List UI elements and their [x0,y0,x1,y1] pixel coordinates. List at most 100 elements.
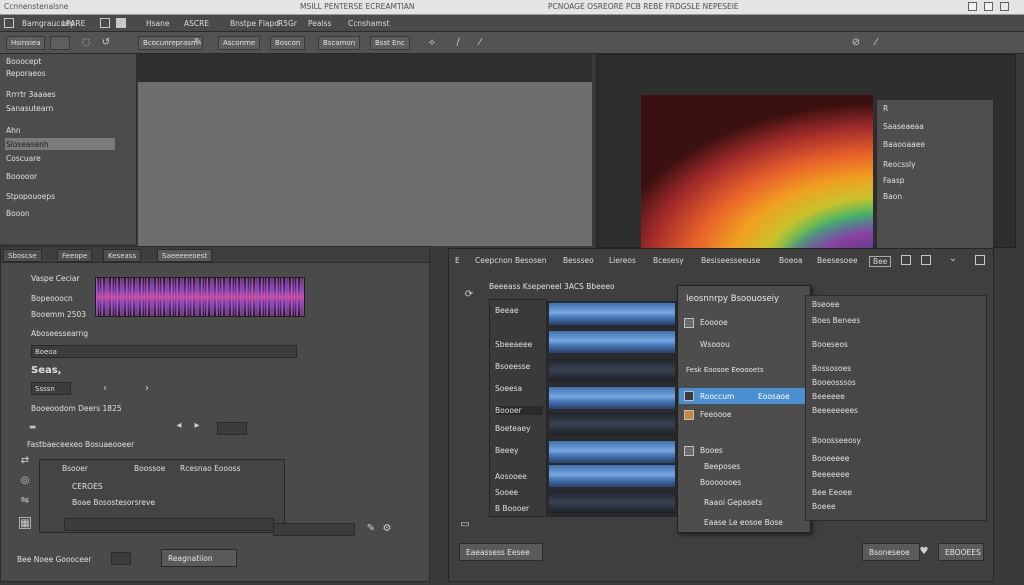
panel-item[interactable]: Booooor [6,172,37,181]
menu-item-6[interactable]: Pealss [308,19,331,28]
output-field[interactable] [273,523,355,536]
menu-item-3[interactable]: ASCRE [184,19,209,28]
pen-icon[interactable]: ∕ [452,37,464,49]
toolbar-button-3[interactable]: Boscon [270,36,306,50]
tab-4[interactable]: Bcesesy [653,256,684,265]
tab-2[interactable]: Keseass [103,249,142,262]
slider-track[interactable]: ▬ [29,422,36,431]
list-item-selected[interactable]: Boooer [495,406,543,415]
list-item[interactable]: Soeesa [495,384,522,393]
layer-icon[interactable] [100,18,110,28]
close-button[interactable] [1000,2,1009,11]
toolbar-button-0[interactable]: Hsinsiea [6,36,46,50]
play-icon[interactable]: ▸ [191,420,203,432]
checkbox-checked[interactable] [684,391,694,401]
mask-icon[interactable] [116,18,126,28]
list-item[interactable]: Aosooee [495,472,527,481]
tab-1[interactable]: Besosen [515,256,547,265]
list-item[interactable]: B Boooer [495,504,529,513]
toolbar-button-2[interactable]: Asconme [218,36,261,50]
app-menu-icon[interactable] [4,18,14,28]
list-item[interactable]: Bossosoes [812,364,851,373]
maximize-button[interactable] [984,2,993,11]
clip-bar[interactable] [549,465,675,487]
menu-item-5[interactable]: R5Gr [278,19,297,28]
checkbox-orange[interactable] [684,410,694,420]
tab-0[interactable]: Ceepcnon [475,256,512,265]
list-item[interactable]: Booeeeee [812,454,849,463]
menu-item[interactable]: Wsooou [700,340,730,349]
clip-bar[interactable] [549,441,675,463]
menu-item-4[interactable]: Bnstpe Flapd [230,19,279,28]
menu-item-2[interactable]: Hsane [146,19,170,28]
panel-item[interactable]: Reporaeos [6,69,46,78]
property-item[interactable]: Reocssly [883,160,916,169]
tab-6[interactable]: Boeoa [779,256,803,265]
panel-item[interactable]: Coscuare [6,154,41,163]
toolbar-toggle[interactable] [50,36,70,50]
list-item[interactable]: Beeeeeeees [812,406,858,415]
waveform-display[interactable] [95,277,305,317]
close-panel-icon[interactable] [975,255,985,265]
rewind-icon[interactable]: ◂ [173,420,185,432]
effect-field[interactable] [64,518,274,531]
panel-item[interactable]: Ahn [6,126,21,135]
flip-icon[interactable]: ⇋ [19,495,31,507]
panel-item[interactable]: Rrrrtr 3aaaes [6,90,56,99]
menu-item[interactable]: Booes [700,446,723,455]
clip-bar[interactable] [549,387,675,409]
menu-item-highlighted-label[interactable]: Rooccum [700,392,734,401]
list-item[interactable]: Beeae [495,306,519,315]
tab-7[interactable]: Beesesoee [817,256,858,265]
tab-2[interactable]: Bessseo [563,256,594,265]
list-item[interactable]: Beeey [495,446,518,455]
list-item[interactable]: Bsoeesse [495,362,530,371]
menu-item[interactable]: Beeposes [704,462,740,471]
list-item[interactable]: Bee Eeoee [812,488,852,497]
small-field[interactable] [217,422,247,435]
tab-icon[interactable]: E [455,256,460,265]
list-item[interactable]: Sooee [495,488,518,497]
checkbox[interactable] [684,318,694,328]
eyedropper-icon[interactable]: ⊘ [850,37,862,49]
list-item[interactable]: Boeee [812,502,836,511]
add-icon[interactable]: ▭ [459,519,471,531]
property-item[interactable]: Saaseaeaa [883,122,924,131]
dropdown-icon[interactable]: ⌄ [947,253,959,265]
canvas-viewport[interactable] [138,54,592,246]
clip-bar[interactable] [549,491,675,513]
panel-item[interactable]: Booon [6,209,30,218]
menu-item-1[interactable]: LPARE [62,19,85,28]
settings-icon[interactable]: ⚙ [381,523,393,535]
lasso-icon[interactable]: ◌ [80,37,92,49]
doc-icon[interactable] [901,255,911,265]
brush-icon[interactable]: ✎ [192,37,204,49]
registration-button[interactable]: Reagnatiion [161,549,237,567]
options-icon[interactable]: ⁄ [870,37,882,49]
checkbox[interactable] [684,446,694,456]
tab-8[interactable]: Bee [869,256,892,267]
text-field[interactable]: Boeoa [31,345,297,358]
property-item[interactable]: Baon [883,192,902,201]
arrow-icon[interactable]: ‹ [99,383,111,395]
list-item[interactable]: Beeeeeee [812,470,849,479]
minimize-button[interactable] [968,2,977,11]
folder-icon[interactable] [921,255,931,265]
panel-item-selected[interactable]: Sloseasenh [6,140,49,149]
list-item[interactable]: Bseoee [812,300,839,309]
menu-item[interactable]: Fesk Eoosoe Eeoooets [686,366,764,374]
menu-item-7[interactable]: Ccnshamst [348,19,390,28]
tab-0[interactable]: Sboscse [3,249,42,262]
property-item[interactable]: Faasp [883,176,905,185]
property-item[interactable]: Baaooaaee [883,140,925,149]
small-box[interactable] [111,552,131,565]
cycle-icon[interactable]: ◎ [19,475,31,487]
heart-icon[interactable]: ♥ [918,546,930,558]
footer-right-button-b[interactable]: EBOOEES [938,543,984,561]
toolbar-button-5[interactable]: Bsst Enc [370,36,410,50]
tab-5[interactable]: Besiseesseeuse [701,256,760,265]
preview-viewport[interactable]: R Saaseaeaa Baaooaaee Reocssly Faasp Bao… [596,54,1016,249]
rotate-icon[interactable]: ↺ [100,37,112,49]
toolbar-button-4[interactable]: Bscamon [318,36,361,50]
list-item[interactable]: Booeosssos [812,378,856,387]
